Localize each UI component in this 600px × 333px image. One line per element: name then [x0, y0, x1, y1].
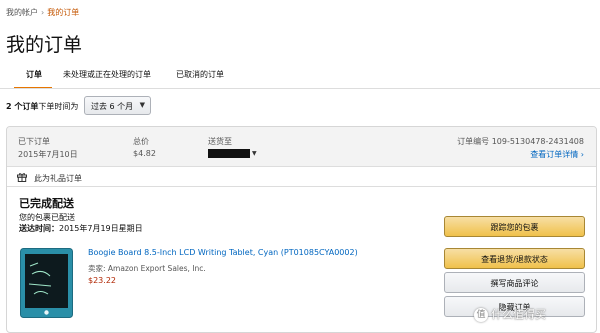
product-seller: 卖家: Amazon Export Sales, Inc. [88, 263, 206, 274]
seller-label: 卖家: [88, 264, 106, 273]
gift-order-label: 此为礼品订单 [34, 174, 82, 183]
time-range-value: 过去 6 个月 [91, 102, 134, 111]
tab-cancelled-orders[interactable]: 已取消的订单 [176, 69, 224, 80]
delivery-status-title: 已完成配送 [19, 197, 74, 210]
watermark-logo-icon: 值 [474, 308, 488, 322]
track-package-button[interactable]: 跟踪您的包裹 [444, 216, 585, 237]
order-placed-date: 2015年7月10日 [18, 150, 78, 159]
breadcrumb: 我的帐户 › 我的订单 [6, 7, 79, 18]
delivery-arrival: 送达时间：2015年7月19日星期日 [19, 223, 143, 234]
order-total: 总价 $4.82 [133, 136, 156, 158]
site-watermark: 值什么值得买 [474, 306, 546, 322]
order-total-label: 总价 [133, 137, 149, 146]
arrival-label: 送达时间： [19, 224, 59, 233]
product-title-link[interactable]: Boogie Board 8.5-Inch LCD Writing Tablet… [88, 248, 358, 257]
order-number: 订单编号 109-5130478-2431408 查看订单详情 › [457, 136, 584, 160]
filter-label: 下单时间为 [38, 102, 79, 111]
order-placed: 已下订单 2015年7月10日 [18, 136, 78, 160]
tab-open-orders[interactable]: 未处理或正在处理的订单 [63, 69, 151, 80]
breadcrumb-current: 我的订单 [47, 8, 80, 17]
redacted-recipient [208, 149, 250, 158]
ship-to: 送货至 ▼ [208, 136, 257, 158]
order-number-label: 订单编号 [457, 137, 490, 146]
chevron-down-icon: ▼ [252, 150, 257, 157]
time-range-select[interactable]: 过去 6 个月 ▼ [84, 96, 151, 115]
order-placed-label: 已下订单 [18, 137, 50, 146]
page-title: 我的订单 [6, 34, 83, 56]
order-number-text: 订单编号 109-5130478-2431408 [457, 137, 584, 146]
breadcrumb-my-account-link[interactable]: 我的帐户 [6, 8, 38, 17]
delivery-status-subtitle: 您的包裹已配送 [19, 213, 75, 222]
order-details-label: 查看订单详情 [530, 150, 579, 159]
tabs-divider [0, 88, 600, 89]
order-header: 已下订单 2015年7月10日 总价 $4.82 送货至 ▼ 订单编号 109-… [7, 127, 596, 167]
watermark-text: 什么值得买 [491, 308, 546, 321]
ship-to-recipient[interactable]: ▼ [208, 149, 257, 158]
write-review-button[interactable]: 撰写商品评论 [444, 272, 585, 293]
order-filter-text: 2 个订单下单时间为 [6, 101, 78, 112]
product-price: $23.22 [88, 276, 116, 285]
order-details-link[interactable]: 查看订单详情 › [457, 149, 584, 160]
arrival-date: 2015年7月19日星期日 [59, 224, 143, 233]
ship-to-label: 送货至 [208, 137, 232, 146]
return-status-button[interactable]: 查看退货/退款状态 [444, 248, 585, 269]
seller-name: Amazon Export Sales, Inc. [107, 264, 206, 273]
tab-orders[interactable]: 订单 [26, 69, 42, 80]
product-image[interactable] [20, 248, 73, 318]
gift-icon [17, 173, 27, 182]
gift-order-row: 此为礼品订单 [7, 168, 596, 187]
order-tabs: 订单 未处理或正在处理的订单 已取消的订单 [0, 69, 600, 89]
chevron-right-icon: › [580, 150, 584, 159]
breadcrumb-separator: › [41, 8, 45, 17]
order-number-value: 109-5130478-2431408 [491, 137, 584, 146]
order-card: 已下订单 2015年7月10日 总价 $4.82 送货至 ▼ 订单编号 109-… [6, 126, 597, 333]
order-total-value: $4.82 [133, 149, 156, 158]
chevron-down-icon: ▼ [139, 101, 145, 109]
order-count: 2 个订单 [6, 102, 39, 111]
